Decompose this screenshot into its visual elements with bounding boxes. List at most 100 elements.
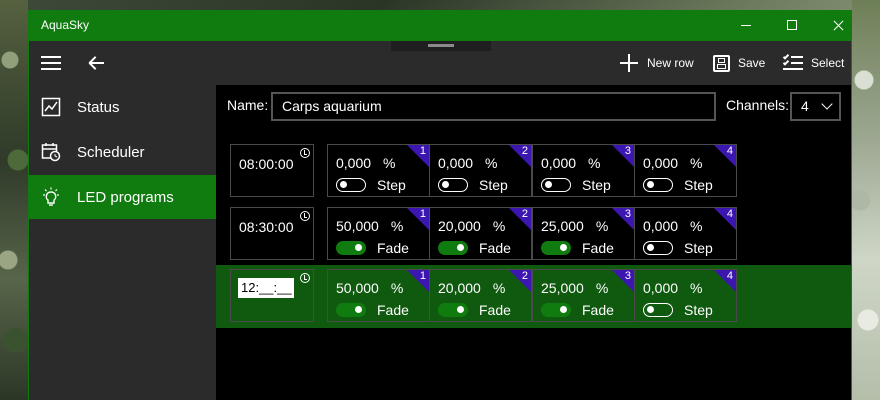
transition-mode-label: Fade [582,240,614,256]
channels-value: 4 [801,98,809,114]
channel-number-badge: 4 [714,208,736,230]
program-name-input[interactable]: Carps aquarium [271,92,716,121]
channel-value[interactable]: 0,000% [643,155,703,171]
minimize-icon [741,25,751,26]
channel-cell[interactable]: 25,000% 3 Fade [532,269,635,322]
program-row[interactable]: 08:00:00 0,000% 1 Step 0,000% 2 Step 0,000% 3 Ste… [216,140,851,203]
nav-item-status[interactable]: Status [29,85,216,129]
channel-cell[interactable]: 0,000% 2 Step [429,144,532,197]
channel-value[interactable]: 50,000% [336,280,403,296]
toggle-knob [560,244,567,251]
time-cell[interactable]: 12:__:__ [230,269,314,322]
fade-toggle[interactable] [336,241,366,255]
nav-item-led-programs[interactable]: LED programs [29,175,216,219]
select-label: Select [811,56,845,70]
back-button[interactable] [85,51,109,75]
channel-cell[interactable]: 0,000% 4 Step [634,144,737,197]
close-button[interactable] [815,10,861,41]
channel-value-number: 20,000 [438,280,481,296]
channel-cell[interactable]: 25,000% 3 Fade [532,207,635,260]
channel-value[interactable]: 20,000% [438,218,505,234]
channel-value-number: 50,000 [336,280,379,296]
fade-toggle[interactable] [336,178,366,192]
transition-mode-label: Step [479,177,508,193]
channel-value[interactable]: 0,000% [438,155,498,171]
channels-dropdown[interactable]: 4 [790,92,841,121]
channel-cell[interactable]: 0,000% 4 Step [634,269,737,322]
channel-cell[interactable]: 0,000% 4 Step [634,207,737,260]
select-list-icon [782,53,803,73]
channel-value-number: 50,000 [336,218,379,234]
nav-item-scheduler[interactable]: Scheduler [29,130,216,174]
program-header: Name: Carps aquarium Channels: 4 [216,85,851,127]
fade-toggle[interactable] [643,303,673,317]
save-label: Save [738,56,766,70]
channel-value[interactable]: 0,000% [643,218,703,234]
channel-cell[interactable]: 50,000% 1 Fade [327,269,430,322]
channel-value[interactable]: 0,000% [541,155,601,171]
fade-toggle[interactable] [336,303,366,317]
fade-toggle[interactable] [438,241,468,255]
channel-number-badge: 1 [407,145,429,167]
minimize-button[interactable] [723,10,769,41]
fade-toggle[interactable] [541,178,571,192]
channel-number-badge: 3 [612,145,634,167]
channel-value[interactable]: 50,000% [336,218,403,234]
program-row[interactable]: 12:__:__ 50,000% 1 Fade 20,000% 2 Fade 25,000% 3… [216,265,851,328]
channel-number-badge: 1 [407,270,429,292]
fade-toggle[interactable] [438,178,468,192]
plus-icon [619,53,639,73]
channel-cell[interactable]: 20,000% 2 Fade [429,207,532,260]
channel-cell[interactable]: 50,000% 1 Fade [327,207,430,260]
led-program-editor: Name: Carps aquarium Channels: 4 08:00:0… [216,85,851,400]
channel-cell[interactable]: 0,000% 1 Step [327,144,430,197]
channel-value[interactable]: 25,000% [541,280,608,296]
fade-toggle[interactable] [643,178,673,192]
save-button[interactable]: Save [713,41,765,85]
maximize-button[interactable] [769,10,815,41]
transition-mode-label: Step [377,177,406,193]
channel-number-badge: 3 [612,270,634,292]
fade-toggle[interactable] [541,303,571,317]
time-cell[interactable]: 08:30:00 [230,207,314,260]
transition-mode-label: Step [582,177,611,193]
clock-icon [300,211,310,221]
light-bulb-icon [43,187,59,206]
channel-number-badge: 2 [509,145,531,167]
channel-value[interactable]: 25,000% [541,218,608,234]
navigation-pane: Status Scheduler LED programs [29,85,216,400]
toggle-knob [355,306,362,313]
maximize-icon [787,20,797,30]
channel-number-badge: 1 [407,208,429,230]
transition-mode-label: Fade [479,240,511,256]
fade-toggle[interactable] [643,241,673,255]
hamburger-menu-button[interactable] [41,53,63,73]
channel-value[interactable]: 0,000% [643,280,703,296]
channel-number: 3 [624,270,631,282]
transition-mode-label: Step [684,302,713,318]
channel-cell[interactable]: 0,000% 3 Step [532,144,635,197]
channel-number: 1 [419,270,426,282]
time-cell[interactable]: 08:00:00 [230,144,314,197]
drag-handle[interactable] [391,41,491,51]
channel-number: 3 [624,208,631,220]
transition-mode-label: Fade [479,302,511,318]
channel-value[interactable]: 0,000% [336,155,396,171]
time-value: 08:00:00 [239,156,294,172]
channel-value-unit: % [492,280,506,296]
new-row-button[interactable]: New row [619,41,694,85]
program-row[interactable]: 08:30:00 50,000% 1 Fade 20,000% 2 Fade 25,000% 3… [216,203,851,266]
channel-number-badge: 4 [714,145,736,167]
toggle-knob [355,244,362,251]
channel-value-unit: % [383,155,396,171]
time-value: 08:30:00 [239,219,294,235]
fade-toggle[interactable] [438,303,468,317]
select-button[interactable]: Select [782,41,845,85]
time-input[interactable]: 12:__:__ [238,278,294,298]
channel-value-unit: % [588,155,601,171]
new-row-label: New row [647,56,694,70]
fade-toggle[interactable] [541,241,571,255]
channel-cell[interactable]: 20,000% 2 Fade [429,269,532,322]
channel-value-unit: % [390,280,404,296]
channel-value[interactable]: 20,000% [438,280,505,296]
